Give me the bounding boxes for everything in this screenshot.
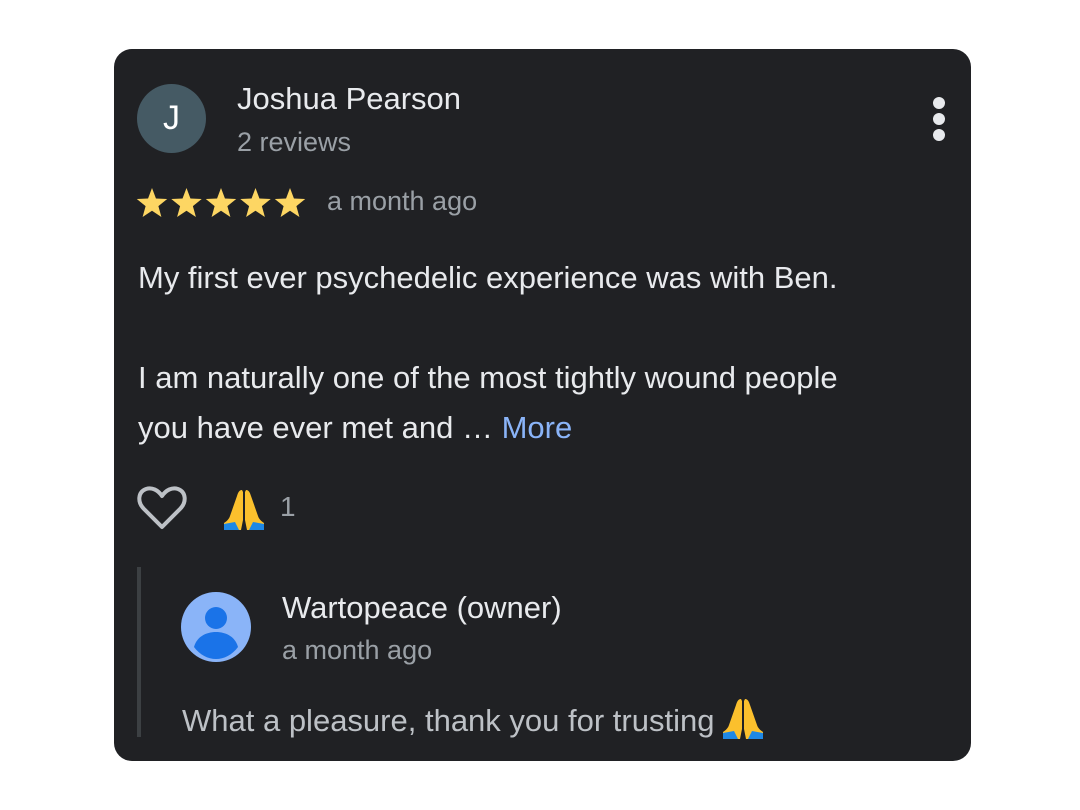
- owner-reply-time: a month ago: [282, 635, 433, 665]
- owner-name[interactable]: Wartopeace (owner): [282, 590, 562, 626]
- folded-hands-icon[interactable]: [221, 486, 267, 532]
- review-paragraph-1: My first ever psychedelic experience was…: [138, 260, 838, 295]
- owner-reply: Wartopeace (owner) a month ago What a pl…: [137, 567, 941, 739]
- review-paragraph-2-line-1: I am naturally one of the most tightly w…: [138, 360, 838, 395]
- review-paragraph-2-line-2: you have ever met and … More: [138, 403, 953, 453]
- review-card: J Joshua Pearson 2 reviews a month ago M…: [114, 49, 971, 761]
- review-text: My first ever psychedelic experience was…: [138, 253, 953, 453]
- star-icon: [240, 188, 271, 217]
- reaction-count: 1: [280, 491, 296, 522]
- reviewer-review-count: 2 reviews: [237, 127, 352, 157]
- reviewer-avatar[interactable]: J: [137, 84, 206, 153]
- review-paragraph-2-text: you have ever met and …: [138, 410, 493, 445]
- more-link[interactable]: More: [502, 410, 573, 445]
- heart-icon[interactable]: [136, 485, 188, 531]
- folded-hands-icon: [720, 695, 766, 741]
- owner-reply-message: What a pleasure, thank you for trusting: [182, 703, 715, 738]
- star-icon: [136, 188, 168, 217]
- reviewer-name[interactable]: Joshua Pearson: [237, 81, 461, 117]
- owner-reply-text: What a pleasure, thank you for trusting: [182, 695, 766, 741]
- star-icon: [171, 188, 202, 217]
- star-rating: [136, 186, 308, 220]
- star-icon: [274, 188, 306, 217]
- owner-avatar[interactable]: [181, 592, 251, 662]
- more-options-icon[interactable]: [926, 97, 952, 141]
- review-time: a month ago: [327, 186, 478, 216]
- star-icon: [205, 188, 237, 217]
